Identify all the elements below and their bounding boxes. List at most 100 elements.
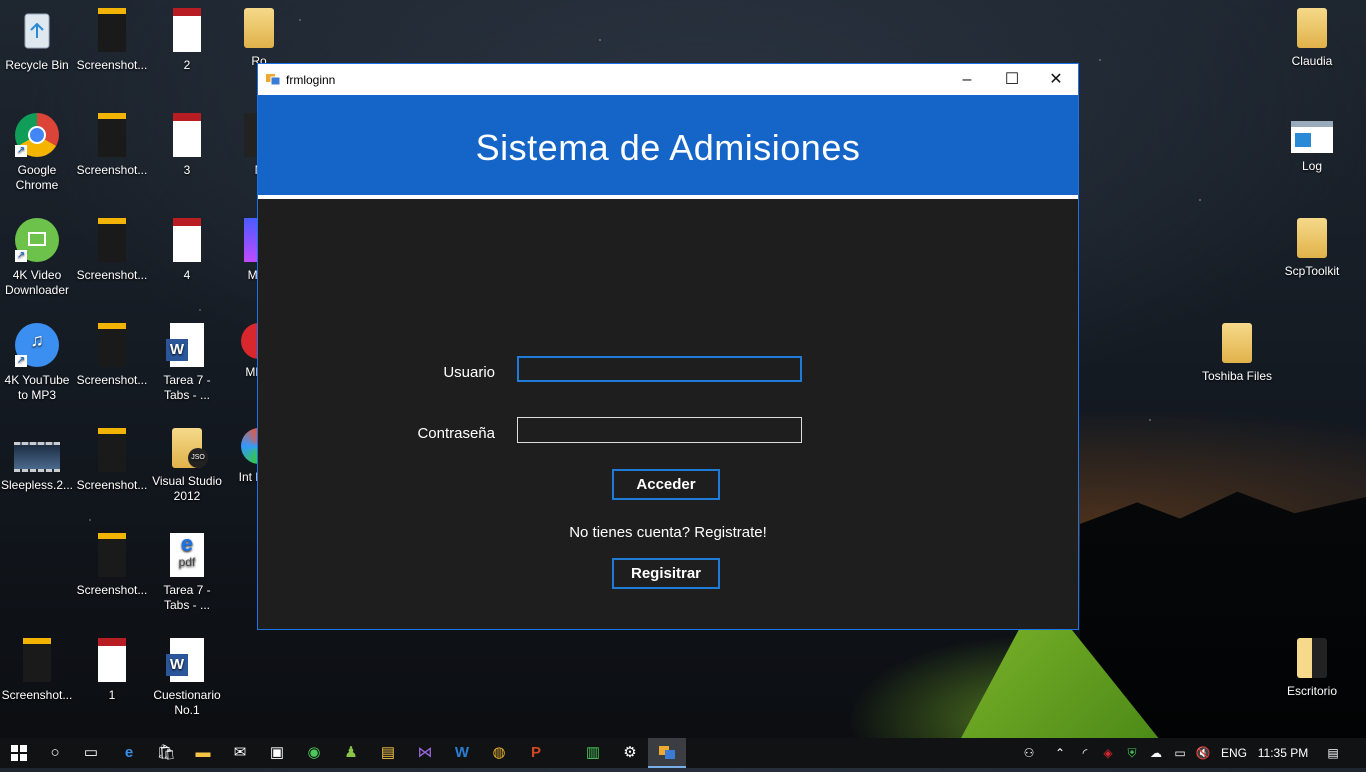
- video-file-icon: [14, 442, 60, 472]
- screenshot-icon: [98, 218, 126, 262]
- desktop-icon-cuestionario[interactable]: Cuestionario No.1: [150, 638, 224, 718]
- desktop-icon-label: Cuestionario No.1: [153, 688, 221, 717]
- language-indicator[interactable]: ENG: [1218, 738, 1250, 768]
- desktop-icon-claudia[interactable]: Claudia: [1275, 8, 1349, 69]
- desktop-icon-toshiba-files[interactable]: Toshiba Files: [1200, 323, 1274, 384]
- desktop-icon-scptoolkit[interactable]: ScpToolkit: [1275, 218, 1349, 279]
- screenshot-icon: [98, 113, 126, 157]
- folder-icon: [1297, 218, 1327, 258]
- desktop-icon-label: Log: [1301, 159, 1323, 173]
- whatsapp-icon[interactable]: ◉: [295, 738, 333, 768]
- onedrive-icon[interactable]: ☁: [1145, 738, 1167, 768]
- contrasena-input[interactable]: [517, 417, 802, 443]
- task-view-icon[interactable]: ▭: [72, 738, 110, 768]
- edge-icon[interactable]: e: [110, 738, 148, 768]
- desktop-icon-label: ScpToolkit: [1284, 264, 1340, 278]
- mcafee-icon[interactable]: ◈: [1097, 738, 1119, 768]
- folder-icon: [1297, 638, 1327, 678]
- desktop-icon-screenshot[interactable]: Screenshot...: [75, 218, 149, 283]
- register-prompt: No tienes cuenta? Registrate!: [569, 524, 767, 541]
- folder-icon: [1222, 323, 1252, 363]
- settings-icon[interactable]: ⚙: [611, 738, 649, 768]
- desktop-icon-screenshot[interactable]: Screenshot...: [75, 323, 149, 388]
- desktop-icon-sleepless[interactable]: Sleepless.2...: [0, 428, 74, 493]
- maximize-button[interactable]: ☐: [989, 64, 1035, 95]
- close-button[interactable]: ✕: [1033, 64, 1079, 95]
- desktop-icon-google-chrome[interactable]: ↗ Google Chrome: [0, 113, 74, 193]
- desktop-icon-3[interactable]: 3: [150, 113, 224, 178]
- screenshot-icon: [98, 323, 126, 367]
- usuario-input[interactable]: [517, 356, 802, 382]
- file-explorer-icon[interactable]: ▬: [184, 738, 222, 768]
- desktop-icon-label: 4K YouTube to MP3: [4, 373, 70, 402]
- registrar-button[interactable]: Regisitrar: [612, 558, 720, 589]
- battery-icon[interactable]: ▭: [1169, 738, 1191, 768]
- visual-studio-icon[interactable]: ⋈: [406, 738, 444, 768]
- desktop-icon-label: Visual Studio 2012: [152, 474, 222, 503]
- title-bar[interactable]: frmloginn – ☐ ✕: [258, 64, 1078, 95]
- desktop-icon-label: Screenshot...: [1, 688, 73, 702]
- screenshot-icon: [98, 8, 126, 52]
- desktop-icon-visual-studio-2012[interactable]: JSO Visual Studio 2012: [150, 428, 224, 504]
- notifications-icon[interactable]: ▤: [1320, 738, 1346, 768]
- desktop-icon-screenshot[interactable]: Screenshot...: [0, 638, 74, 703]
- screenshot-icon: [98, 533, 126, 577]
- window-title: frmloginn: [286, 73, 336, 87]
- desktop-icon-tarea-7-pdf[interactable]: e pdf Tarea 7 - Tabs - ...: [150, 533, 224, 613]
- defender-icon[interactable]: ⛨: [1121, 738, 1143, 768]
- desktop-icon-recycle-bin[interactable]: Recycle Bin: [0, 8, 74, 73]
- acceder-button[interactable]: Acceder: [612, 469, 720, 500]
- word-icon[interactable]: W: [443, 738, 481, 768]
- login-form: Usuario Contraseña Acceder No tienes cue…: [258, 199, 1078, 629]
- desktop-icon-label: Google Chrome: [15, 163, 59, 192]
- page-title: Sistema de Admisiones: [475, 127, 861, 168]
- desktop-icon-screenshot[interactable]: Screenshot...: [75, 533, 149, 598]
- desktop-icon-label: Screenshot...: [76, 268, 148, 282]
- word-document-icon: [166, 638, 204, 682]
- desktop-icon-4[interactable]: 4: [150, 218, 224, 283]
- frmloginn-taskbar-button[interactable]: [648, 738, 686, 768]
- usuario-label: Usuario: [443, 364, 495, 381]
- desktop-icon-label: Screenshot...: [76, 373, 148, 387]
- desktop-icon-tarea-7[interactable]: Tarea 7 - Tabs - ...: [150, 323, 224, 403]
- android-studio-icon[interactable]: ▥: [574, 738, 612, 768]
- android-icon[interactable]: ♟: [332, 738, 370, 768]
- store-icon[interactable]: 🛍: [147, 738, 185, 768]
- desktop-icon-label: Recycle Bin: [5, 58, 69, 72]
- desktop-icon-4k-video-downloader[interactable]: ↗ 4K Video Downloader: [0, 218, 74, 298]
- people-icon[interactable]: ⚇: [1018, 738, 1040, 768]
- desktop-icon-label: Tarea 7 - Tabs - ...: [163, 373, 211, 402]
- search-icon[interactable]: ○: [36, 738, 74, 768]
- pdf-icon: [173, 8, 201, 52]
- desktop-icon-4k-youtube-to-mp3[interactable]: ♫ ↗ 4K YouTube to MP3: [0, 323, 74, 403]
- chevron-up-icon[interactable]: ⌃: [1050, 738, 1070, 768]
- powerpoint-icon[interactable]: P: [517, 738, 555, 768]
- desktop-icon-2[interactable]: 2: [150, 8, 224, 73]
- desktop-icon-screenshot[interactable]: Screenshot...: [75, 428, 149, 493]
- start-button[interactable]: [0, 738, 38, 768]
- login-window: frmloginn – ☐ ✕ Sistema de Admisiones Us…: [257, 63, 1079, 630]
- header-banner: Sistema de Admisiones: [258, 95, 1078, 199]
- desktop-icon-escritorio[interactable]: Escritorio: [1275, 638, 1349, 699]
- clock[interactable]: 11:35 PM: [1253, 738, 1313, 768]
- app-icon[interactable]: ▣: [258, 738, 296, 768]
- desktop-icon-label: 4: [183, 268, 191, 282]
- desktop-icon-screenshot[interactable]: Screenshot...: [75, 113, 149, 178]
- minimize-button[interactable]: –: [944, 64, 990, 95]
- screenshot-icon: [23, 638, 51, 682]
- folder-icon[interactable]: ▤: [369, 738, 407, 768]
- desktop-icon-screenshot[interactable]: Screenshot...: [75, 8, 149, 73]
- desktop-icon-log[interactable]: Log: [1275, 113, 1349, 174]
- desktop-icon-label: 3: [183, 163, 191, 177]
- desktop-icon-label: 2: [183, 58, 191, 72]
- desktop-icon-label: Screenshot...: [76, 163, 148, 177]
- app-window-icon: [266, 72, 281, 86]
- volume-muted-icon[interactable]: 🔇: [1192, 738, 1214, 768]
- desktop-icon-1[interactable]: 1: [75, 638, 149, 703]
- mail-icon[interactable]: ✉: [221, 738, 259, 768]
- desktop-icon-ro[interactable]: Ro: [222, 8, 296, 69]
- 4k-video-downloader-icon: ↗: [15, 218, 59, 262]
- network-icon[interactable]: ◜: [1074, 738, 1096, 768]
- chrome-icon[interactable]: ◍: [480, 738, 518, 768]
- pdf-icon: [173, 113, 201, 157]
